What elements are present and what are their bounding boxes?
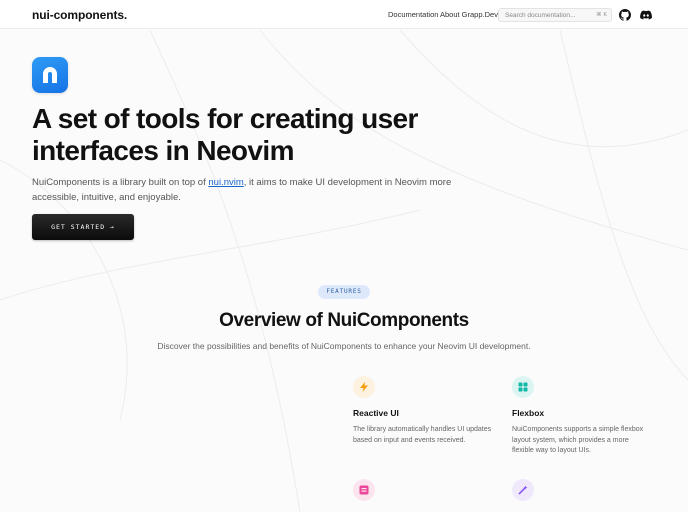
- feature-description: NuiComponents supports a simple flexbox …: [512, 426, 644, 454]
- search-shortcut-hint: ⌘ K: [596, 12, 607, 18]
- get-started-button[interactable]: GET STARTED →: [32, 214, 134, 240]
- form-icon: [353, 479, 375, 501]
- feature-description: The library automatically handles UI upd…: [353, 426, 492, 444]
- features-title: Overview of NuiComponents: [219, 310, 469, 331]
- feature-card-reactive-ui: Reactive UI The library automatically ha…: [353, 376, 493, 446]
- nav-documentation-link[interactable]: Documentation: [388, 10, 438, 19]
- site-logo[interactable]: nui-components.: [32, 8, 127, 22]
- wand-icon: [512, 479, 534, 501]
- search-input[interactable]: Search documentation... ⌘ K: [498, 8, 612, 22]
- nav-about-link[interactable]: About Grapp.Dev: [440, 10, 498, 19]
- feature-card-flexbox: Flexbox NuiComponents supports a simple …: [512, 376, 652, 457]
- nui-nvim-link[interactable]: nui.nvim: [208, 177, 243, 188]
- features-subtitle: Discover the possibilities and benefits …: [157, 341, 531, 351]
- feature-card-4: [512, 479, 652, 501]
- search-placeholder: Search documentation...: [505, 12, 576, 19]
- discord-icon[interactable]: [640, 9, 652, 21]
- hero-description-text: NuiComponents is a library built on top …: [32, 177, 209, 188]
- grid-icon: [512, 376, 534, 398]
- github-icon[interactable]: [619, 9, 631, 21]
- feature-title: Flexbox: [512, 408, 545, 418]
- hero-title: A set of tools for creating user interfa…: [32, 103, 418, 166]
- lightning-icon: [353, 376, 375, 398]
- hero-description: NuiComponents is a library built on top …: [32, 175, 452, 205]
- feature-card-3: [353, 479, 493, 501]
- feature-title: Reactive UI: [353, 408, 399, 418]
- top-nav-bar: nui-components. Documentation About Grap…: [0, 0, 688, 29]
- features-badge: FEATURES: [318, 285, 370, 299]
- nui-logo-icon: [32, 57, 68, 93]
